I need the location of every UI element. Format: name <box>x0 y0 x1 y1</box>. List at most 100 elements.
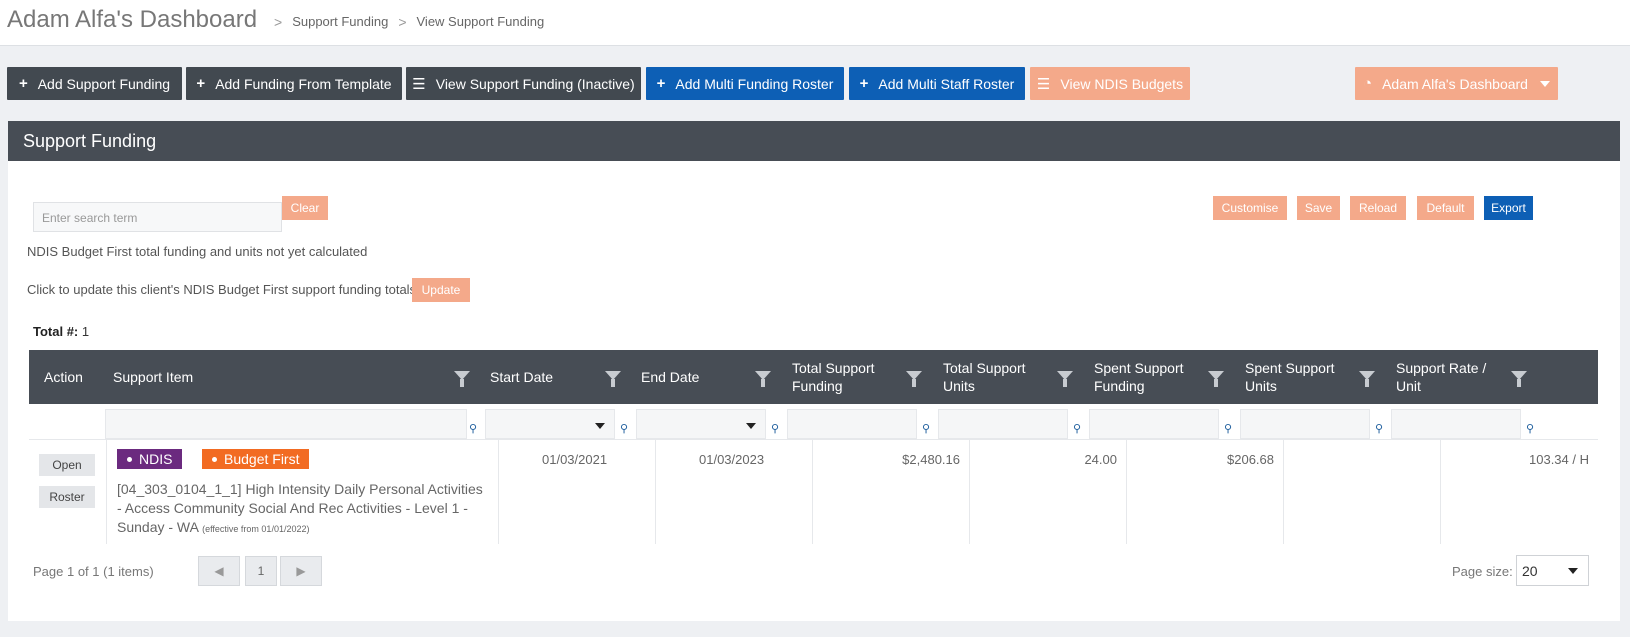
page-number-button[interactable]: 1 <box>245 556 277 586</box>
column-start-date[interactable]: Start Date <box>490 350 553 404</box>
add-funding-template-button[interactable]: + Add Funding From Template <box>186 67 402 100</box>
dashboard-dropdown-button[interactable]: ◔ Adam Alfa's Dashboard <box>1355 67 1558 100</box>
search-input[interactable]: Enter search term <box>33 202 282 232</box>
filter-funnel-icon[interactable] <box>454 371 470 387</box>
add-multi-staff-roster-label: Add Multi Staff Roster <box>878 75 1015 92</box>
breadcrumb-support-funding[interactable]: Support Funding <box>292 14 388 30</box>
view-inactive-label: View Support Funding (Inactive) <box>435 75 635 92</box>
filter-support-item-input[interactable] <box>105 409 467 439</box>
filter-total-funding-input[interactable] <box>787 409 917 439</box>
save-button[interactable]: Save <box>1297 196 1340 220</box>
roster-button[interactable]: Roster <box>39 486 95 508</box>
column-divider <box>106 440 107 544</box>
dashboard-dropdown-label: Adam Alfa's Dashboard <box>1382 75 1528 92</box>
chevron-left-icon: ◀ <box>214 564 224 578</box>
column-total-funding[interactable]: Total Support Funding <box>792 350 902 404</box>
filter-options-icon[interactable]: ⚲ <box>620 422 628 435</box>
view-ndis-budgets-button[interactable]: ☰ View NDIS Budgets <box>1030 67 1190 100</box>
support-item-effective: (effective from 01/01/2022) <box>202 524 310 534</box>
chevron-right-icon: ▶ <box>296 564 306 578</box>
calculation-note: NDIS Budget First total funding and unit… <box>27 244 368 259</box>
update-button[interactable]: Update <box>412 278 470 302</box>
grid-header: Action Support Item Start Date End Date … <box>29 350 1598 404</box>
view-ndis-budgets-label: View NDIS Budgets <box>1060 75 1184 92</box>
add-support-funding-button[interactable]: + Add Support Funding <box>7 67 182 100</box>
open-button[interactable]: Open <box>39 454 95 476</box>
support-item-description: [04_303_0104_1_1] High Intensity Daily P… <box>117 480 487 539</box>
default-button[interactable]: Default <box>1417 196 1474 220</box>
column-divider <box>498 440 499 544</box>
reload-button[interactable]: Reload <box>1350 196 1406 220</box>
panel-title: Support Funding <box>8 121 1620 161</box>
filter-funnel-icon[interactable] <box>906 371 922 387</box>
next-page-button[interactable]: ▶ <box>280 556 322 586</box>
caret-down-icon <box>1539 80 1550 87</box>
filter-options-icon[interactable]: ⚲ <box>922 422 930 435</box>
export-button[interactable]: Export <box>1484 196 1533 220</box>
filter-funnel-icon[interactable] <box>605 371 621 387</box>
column-divider <box>1283 440 1284 544</box>
start-date-value: 01/03/2021 <box>542 452 608 467</box>
dashboard-icon: ◔ <box>1363 75 1373 92</box>
add-support-funding-label: Add Support Funding <box>37 75 171 92</box>
filter-options-icon[interactable]: ⚲ <box>1526 422 1534 435</box>
ndis-badge-label: NDIS <box>139 451 173 467</box>
dropdown-caret-icon <box>746 423 756 429</box>
pager-info: Page 1 of 1 (1 items) <box>33 564 154 579</box>
total-label: Total #: <box>33 324 79 339</box>
filter-row: ⚲ ⚲ ⚲ ⚲ ⚲ ⚲ ⚲ ⚲ <box>29 404 1598 440</box>
column-total-units[interactable]: Total Support Units <box>943 350 1043 404</box>
column-divider <box>655 440 656 544</box>
rate-value: 103.34 / H <box>1529 452 1589 467</box>
list-icon: ☰ <box>412 75 426 93</box>
budget-first-badge: Budget First <box>202 449 310 469</box>
dropdown-caret-icon <box>595 423 605 429</box>
column-rate[interactable]: Support Rate / Unit <box>1396 350 1496 404</box>
filter-funnel-icon[interactable] <box>1057 371 1073 387</box>
list-icon: ☰ <box>1036 75 1051 93</box>
filter-options-icon[interactable]: ⚲ <box>1073 422 1081 435</box>
customise-button[interactable]: Customise <box>1213 196 1287 220</box>
filter-spent-units-input[interactable] <box>1240 409 1370 439</box>
end-date-value: 01/03/2023 <box>699 452 765 467</box>
update-note: Click to update this client's NDIS Budge… <box>27 282 420 297</box>
filter-funnel-icon[interactable] <box>755 371 771 387</box>
filter-total-units-input[interactable] <box>938 409 1068 439</box>
breadcrumb-view-support-funding[interactable]: View Support Funding <box>417 14 545 30</box>
total-count: Total #: 1 <box>33 324 89 339</box>
filter-options-icon[interactable]: ⚲ <box>1224 422 1232 435</box>
prev-page-button[interactable]: ◀ <box>198 556 240 586</box>
column-end-date[interactable]: End Date <box>641 350 699 404</box>
filter-rate-input[interactable] <box>1391 409 1521 439</box>
total-units-value: 24.00 <box>1084 452 1117 467</box>
filter-end-date-input[interactable] <box>636 409 766 439</box>
column-spent-funding[interactable]: Spent Support Funding <box>1094 350 1204 404</box>
column-spent-units[interactable]: Spent Support Units <box>1245 350 1345 404</box>
plus-icon: + <box>656 75 666 92</box>
total-value: 1 <box>81 324 90 339</box>
caret-down-icon <box>1568 568 1578 574</box>
filter-start-date-input[interactable] <box>485 409 615 439</box>
filter-options-icon[interactable]: ⚲ <box>771 422 779 435</box>
filter-spent-funding-input[interactable] <box>1089 409 1219 439</box>
breadcrumb-separator: > <box>274 14 283 30</box>
filter-options-icon[interactable]: ⚲ <box>469 422 477 435</box>
add-multi-funding-roster-button[interactable]: + Add Multi Funding Roster <box>646 67 844 100</box>
top-bar: Adam Alfa's Dashboard > Support Funding … <box>0 0 1630 46</box>
ndis-badge: NDIS <box>117 449 183 469</box>
filter-funnel-icon[interactable] <box>1511 371 1527 387</box>
filter-options-icon[interactable]: ⚲ <box>1375 422 1383 435</box>
plus-icon: + <box>18 75 28 92</box>
add-multi-staff-roster-button[interactable]: + Add Multi Staff Roster <box>849 67 1025 100</box>
clear-button[interactable]: Clear <box>282 196 328 220</box>
total-funding-value: $2,480.16 <box>902 452 960 467</box>
filter-funnel-icon[interactable] <box>1359 371 1375 387</box>
page-size-value: 20 <box>1522 563 1538 579</box>
view-inactive-button[interactable]: ☰ View Support Funding (Inactive) <box>406 67 641 100</box>
page-size-select[interactable]: 20 <box>1516 555 1589 586</box>
budget-first-badge-label: Budget First <box>224 451 300 467</box>
plus-icon: + <box>196 75 206 92</box>
column-support-item[interactable]: Support Item <box>113 350 193 404</box>
page-title: Adam Alfa's Dashboard <box>7 6 258 33</box>
filter-funnel-icon[interactable] <box>1208 371 1224 387</box>
